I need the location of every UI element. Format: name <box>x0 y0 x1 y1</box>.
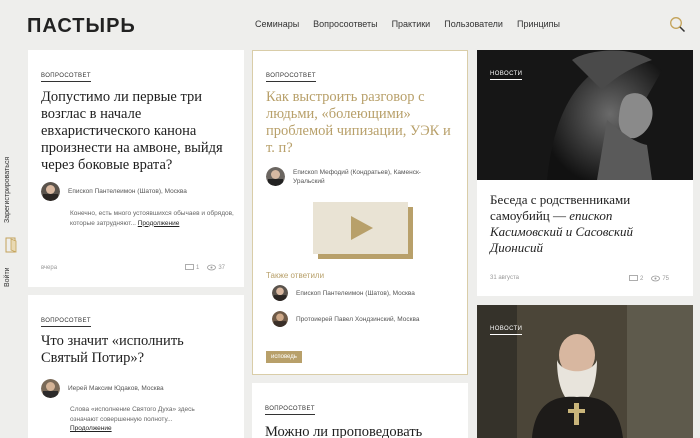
site-logo[interactable]: ПАСТЫРЬ <box>27 15 136 38</box>
card-tag[interactable]: вопросответ <box>41 318 91 327</box>
news-tag[interactable]: новости <box>490 71 523 80</box>
card-author[interactable]: Епископ Пантелеимон (Шатов), Москва <box>41 182 187 201</box>
avatar <box>272 285 288 301</box>
views-value: 37 <box>218 264 226 271</box>
also-answered-label: Также ответили <box>266 271 325 280</box>
views-value: 75 <box>662 275 670 282</box>
qa-card[interactable]: вопросответ Можно ли проповедовать <box>252 383 468 438</box>
news-card[interactable]: новости <box>477 305 693 438</box>
comment-icon <box>629 275 638 281</box>
card-date: вчера <box>41 265 58 271</box>
author-name: Протоиерей Павел Хондзинский, Москва <box>296 315 420 323</box>
login-door-icon[interactable] <box>5 237 18 253</box>
avatar <box>41 182 60 201</box>
card-stats: 1 37 <box>185 264 225 271</box>
avatar <box>266 167 285 186</box>
card-author[interactable]: Протоиерей Павел Хондзинский, Москва <box>272 311 426 327</box>
news-tag[interactable]: новости <box>490 326 523 335</box>
comments-value: 2 <box>640 275 644 282</box>
continue-link[interactable]: Продолжение <box>138 220 180 227</box>
comments-count: 1 <box>185 264 199 271</box>
card-tag[interactable]: вопросответ <box>41 73 91 82</box>
card-title[interactable]: Можно ли проповедовать <box>265 424 455 438</box>
author-name: Епископ Пантелеимон (Шатов), Москва <box>296 289 415 297</box>
nav-item-qa[interactable]: Вопросоответы <box>313 19 377 29</box>
views-count: 37 <box>207 264 225 271</box>
register-link[interactable]: Зарегистрироваться <box>4 150 18 230</box>
card-tag[interactable]: вопросответ <box>266 73 316 82</box>
avatar <box>272 311 288 327</box>
qa-card[interactable]: вопросответ Что значит «исполнить Святый… <box>28 295 244 438</box>
news-photo[interactable]: новости <box>477 305 693 438</box>
topic-badge[interactable]: исповедь <box>266 351 302 363</box>
news-title[interactable]: Беседа с родственниками самоубийц — епис… <box>490 192 685 256</box>
qa-card[interactable]: вопросответ Допустимо ли первые три возг… <box>28 50 244 287</box>
comments-value: 1 <box>196 264 200 271</box>
play-icon[interactable] <box>348 215 374 241</box>
author-name: Епископ Мефодий (Кондратьев), Каменск-Ур… <box>293 168 421 185</box>
news-photo[interactable]: новости <box>477 50 693 180</box>
comment-icon <box>185 264 194 270</box>
continue-link[interactable]: Продолжение <box>70 425 112 432</box>
nav-item-users[interactable]: Пользователи <box>444 19 503 29</box>
eye-icon <box>651 275 661 282</box>
card-excerpt: Слова «исполнение Святого Духа» здесь оз… <box>70 405 210 434</box>
nav-item-seminars[interactable]: Семинары <box>255 19 299 29</box>
eye-icon <box>207 264 217 271</box>
nav-item-practices[interactable]: Практики <box>392 19 431 29</box>
main-nav: Семинары Вопросоответы Практики Пользова… <box>255 19 574 29</box>
login-link[interactable]: Войти <box>4 262 18 292</box>
news-date: 31 августа <box>490 275 520 281</box>
card-author[interactable]: Иерей Максим Юдаков, Москва <box>41 379 164 398</box>
side-auth-panel: Зарегистрироваться Войти <box>0 150 22 300</box>
card-tag[interactable]: вопросответ <box>265 406 315 415</box>
card-title[interactable]: Как выстроить разговор с людьми, «болеющ… <box>266 89 456 157</box>
card-title[interactable]: Допустимо ли первые три возглас в начале… <box>41 89 237 174</box>
card-author[interactable]: Епископ Пантелеимон (Шатов), Москва <box>272 285 415 301</box>
site-header: ПАСТЫРЬ Семинары Вопросоответы Практики … <box>0 0 700 50</box>
card-excerpt: Конечно, есть много устоявшихся обычаев … <box>70 209 235 228</box>
views-count: 75 <box>651 275 669 282</box>
search-icon[interactable] <box>669 16 686 33</box>
qa-card-featured[interactable]: вопросответ Как выстроить разговор с люд… <box>252 50 468 375</box>
news-card[interactable]: новости Беседа с родственниками самоубий… <box>477 50 693 296</box>
excerpt-text: Слова «исполнение Святого Духа» здесь оз… <box>70 406 195 423</box>
comments-count: 2 <box>629 275 643 282</box>
video-thumbnail[interactable] <box>313 202 413 259</box>
page: ПАСТЫРЬ Семинары Вопросоответы Практики … <box>0 0 700 438</box>
author-name: Иерей Максим Юдаков, Москва <box>68 385 164 392</box>
nav-item-principles[interactable]: Принципы <box>517 19 560 29</box>
card-stats: 2 75 <box>629 275 669 282</box>
card-author[interactable]: Епископ Мефодий (Кондратьев), Каменск-Ур… <box>266 167 428 186</box>
card-title[interactable]: Что значит «исполнить Святый Потир»? <box>41 333 226 367</box>
avatar <box>41 379 60 398</box>
author-name: Епископ Пантелеимон (Шатов), Москва <box>68 188 187 195</box>
